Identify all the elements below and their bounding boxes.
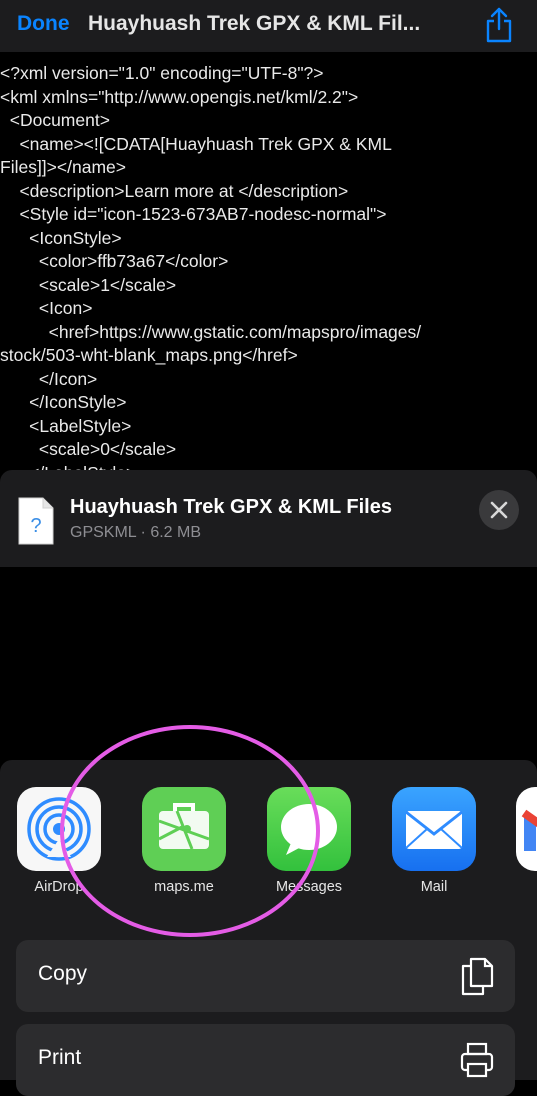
messages-icon: [267, 787, 351, 871]
share-icon[interactable]: [483, 6, 515, 44]
print-label: Print: [38, 1046, 82, 1069]
file-meta: GPSKML · 6.2 MB: [70, 524, 201, 541]
xml-line: <color>ffb73a67</color>: [0, 251, 229, 271]
share-app-mapsme[interactable]: maps.me: [142, 787, 226, 895]
xml-line: <kml xmlns="http://www.opengis.net/kml/2…: [0, 86, 359, 107]
share-file-header: ? Huayhuash Trek GPX & KML Files GPSKML …: [0, 470, 537, 567]
share-app-mail[interactable]: Mail: [392, 787, 476, 895]
share-apps-row[interactable]: AirDrop maps.me Messages Mail: [0, 787, 537, 897]
share-app-airdrop[interactable]: AirDrop: [17, 787, 101, 895]
xml-line: stock/503-wht-blank_maps.png</href>: [0, 345, 298, 365]
share-app-label: maps.me: [154, 879, 214, 895]
xml-line: <?xml version="1.0" encoding="UTF-8"?>: [0, 63, 324, 83]
xml-line: <Style id="icon-1523-673AB7-nodesc-norma…: [0, 204, 387, 224]
file-name: Huayhuash Trek GPX & KML Files: [70, 496, 392, 518]
xml-line: <LabelStyle>: [0, 415, 132, 436]
document-icon: ?: [17, 496, 55, 546]
share-app-label: Messages: [275, 879, 343, 895]
document-glyph: ?: [30, 515, 41, 537]
xml-line: <Icon>: [0, 298, 93, 318]
xml-line: <IconStyle>: [0, 227, 122, 248]
print-action[interactable]: Print: [16, 1024, 515, 1096]
xml-preview: <?xml version="1.0" encoding="UTF-8"?> <…: [0, 62, 537, 472]
xml-line: <href>https://www.gstatic.com/mapspro/im…: [0, 321, 422, 342]
xml-line: </IconStyle>: [0, 392, 127, 412]
share-sheet: AirDrop maps.me Messages Mail Copy Print: [0, 760, 537, 1096]
print-icon: [459, 1040, 495, 1080]
xml-line: <scale>0</scale>: [0, 439, 177, 459]
share-app-messages[interactable]: Messages: [267, 787, 351, 895]
copy-action[interactable]: Copy: [16, 940, 515, 1012]
copy-icon: [459, 956, 495, 996]
copy-label: Copy: [38, 962, 88, 985]
xml-line: <Document>: [0, 110, 110, 130]
xml-line: Files]]></name>: [0, 157, 126, 177]
airdrop-icon: [17, 787, 101, 871]
close-button[interactable]: [479, 490, 519, 530]
gmail-icon: [516, 787, 537, 871]
document-title: Huayhuash Trek GPX & KML Fil...: [88, 12, 421, 35]
mail-icon: [392, 787, 476, 871]
xml-line: <scale>1</scale>: [0, 274, 177, 295]
xml-line: <description>Learn more at </description…: [0, 180, 349, 201]
share-app-label: Mail: [420, 879, 448, 895]
done-button[interactable]: Done: [17, 12, 70, 36]
xml-line: </Icon>: [0, 368, 98, 389]
navigation-bar: Done Huayhuash Trek GPX & KML Fil...: [0, 0, 537, 52]
close-icon: [490, 501, 508, 519]
xml-line: <name><![CDATA[Huayhuash Trek GPX & KML: [0, 133, 392, 154]
share-app-gmail[interactable]: [516, 787, 537, 879]
mapsme-icon: [142, 787, 226, 871]
share-app-label: AirDrop: [34, 879, 84, 895]
